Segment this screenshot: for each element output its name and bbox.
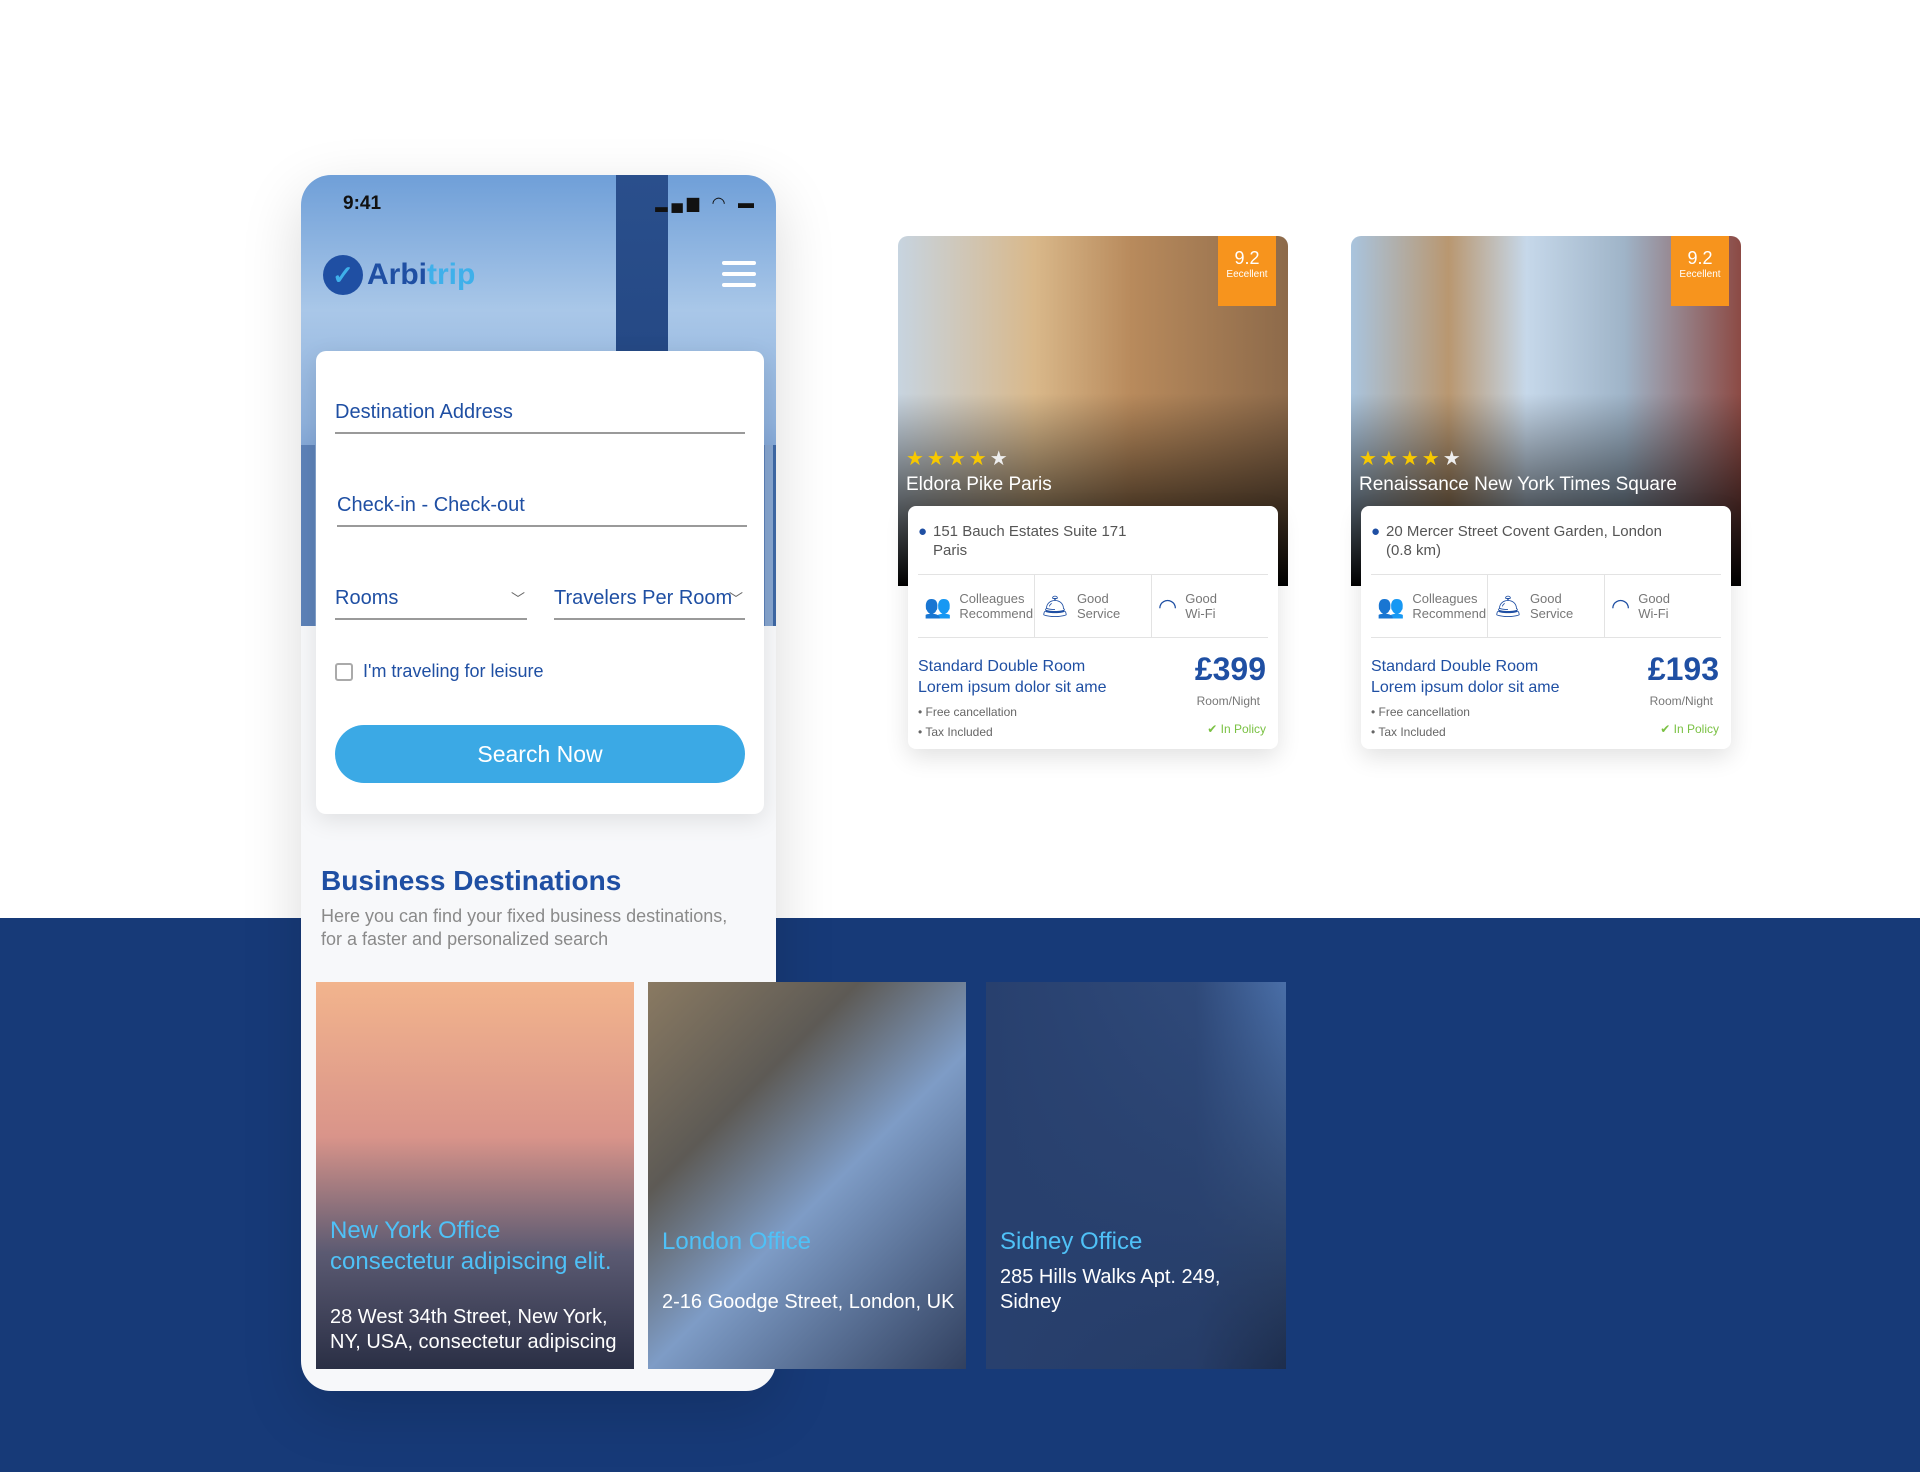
amenity-colleagues: 👥 Colleagues Recommend bbox=[918, 575, 1035, 637]
star-rating: ★★★★★ bbox=[906, 448, 1011, 470]
people-icon: 👥 bbox=[924, 593, 952, 619]
people-icon: 👥 bbox=[1377, 593, 1405, 619]
location-pin-icon: ● bbox=[1371, 523, 1381, 540]
destination-address: 2-16 Goodge Street, London, UK bbox=[662, 1291, 955, 1313]
price: £399 bbox=[1194, 651, 1266, 687]
wifi-icon: ◠ bbox=[1611, 593, 1631, 619]
search-now-button[interactable]: Search Now bbox=[335, 725, 745, 783]
hotel-card[interactable]: 9.2 Eecellent ★★★★★ Renaissance New York … bbox=[1351, 236, 1741, 750]
section-title: Business Destinations bbox=[321, 865, 622, 896]
leisure-checkbox[interactable]: I'm traveling for leisure bbox=[335, 661, 544, 682]
amenity-wifi: ◠ Good Wi-Fi bbox=[1158, 591, 1218, 621]
amenity-wifi: ◠ Good Wi-Fi bbox=[1611, 591, 1671, 621]
bell-icon: 🛎 bbox=[1494, 593, 1522, 619]
room-type: Standard Double Room Lorem ipsum dolor si… bbox=[1371, 658, 1560, 696]
logo[interactable]: ✓ Arbitrip bbox=[323, 255, 475, 295]
room-perks: • Free cancellation • Tax Included bbox=[1371, 705, 1470, 739]
destination-card[interactable]: London Office 2-16 Goodge Street, London… bbox=[648, 982, 966, 1369]
travelers-label: Travelers Per Room bbox=[554, 587, 733, 609]
star-rating: ★★★★★ bbox=[1359, 448, 1464, 470]
destination-title: Sidney Office bbox=[1000, 1228, 1143, 1255]
destination-address: 285 Hills Walks Apt. 249, Sidney bbox=[1000, 1266, 1221, 1313]
price-unit: Room/Night bbox=[1196, 694, 1260, 708]
hotel-details: ● 20 Mercer Street Covent Garden, London(… bbox=[1361, 506, 1731, 749]
section-subtitle: Here you can find your fixed business de… bbox=[321, 906, 728, 949]
chevron-down-icon: ﹀ bbox=[511, 591, 525, 607]
room-type: Standard Double Room Lorem ipsum dolor si… bbox=[918, 658, 1107, 696]
policy-status: ✔ In Policy bbox=[1660, 722, 1719, 736]
price: £193 bbox=[1647, 651, 1719, 687]
rooms-select[interactable]: Rooms ﹀ bbox=[335, 587, 527, 620]
hotel-card[interactable]: 9.2 Eecellent ★★★★★ Eldora Pike Paris ● 15… bbox=[898, 236, 1288, 750]
logo-icon: ✓ bbox=[323, 255, 363, 295]
wifi-icon: ◠ bbox=[1158, 593, 1178, 619]
rating-badge: 9.2 Eecellent bbox=[1671, 236, 1729, 306]
hotel-name: Eldora Pike Paris bbox=[906, 474, 1052, 495]
search-form: Destination Address Check-in - Check-out… bbox=[316, 351, 764, 814]
check-circle-icon: ✔ bbox=[1207, 722, 1218, 736]
leisure-label: I'm traveling for leisure bbox=[363, 661, 544, 681]
chevron-down-icon: ﹀ bbox=[729, 591, 743, 607]
room-perks: • Free cancellation • Tax Included bbox=[918, 705, 1017, 739]
amenity-colleagues: 👥 Colleagues Recommend bbox=[1371, 575, 1488, 637]
hotel-address: ● 20 Mercer Street Covent Garden, London(… bbox=[1371, 523, 1662, 559]
amenity-service: 🛎 Good Service bbox=[1035, 575, 1152, 637]
amenities: 👥 Colleagues Recommend 🛎 Good Service ◠ Good W… bbox=[918, 574, 1268, 638]
location-pin-icon: ● bbox=[918, 523, 928, 540]
hotel-name: Renaissance New York Times Square bbox=[1359, 474, 1677, 495]
destination-card[interactable]: New York Office consectetur adipiscing e… bbox=[316, 982, 634, 1369]
amenity-service: 🛎 Good Service bbox=[1488, 575, 1605, 637]
destination-title: New York Office consectetur adipiscing e… bbox=[330, 1217, 612, 1275]
hamburger-menu-icon[interactable] bbox=[722, 261, 756, 294]
travelers-select[interactable]: Travelers Per Room ﹀ bbox=[554, 587, 745, 620]
bell-icon: 🛎 bbox=[1041, 593, 1069, 619]
price-unit: Room/Night bbox=[1649, 694, 1713, 708]
dates-input[interactable]: Check-in - Check-out bbox=[337, 494, 747, 527]
rooms-label: Rooms bbox=[335, 587, 399, 609]
destination-title: London Office bbox=[662, 1228, 812, 1255]
status-time: 9:41 bbox=[343, 193, 382, 214]
hotel-details: ● 151 Bauch Estates Suite 171 Paris 👥 Colle… bbox=[908, 506, 1278, 749]
rating-badge: 9.2 Eecellent bbox=[1218, 236, 1276, 306]
amenities: 👥 Colleagues Recommend 🛎 Good Service ◠ Good W… bbox=[1371, 574, 1721, 638]
logo-text: Arbitrip bbox=[367, 258, 476, 291]
check-circle-icon: ✔ bbox=[1660, 722, 1671, 736]
status-icons: ▂▄▆ ◠ ▬ bbox=[655, 195, 758, 212]
hotel-address: ● 151 Bauch Estates Suite 171 Paris bbox=[918, 523, 1127, 559]
checkbox-icon bbox=[335, 662, 353, 681]
destination-address: 28 West 34th Street, New York, NY, USA, … bbox=[330, 1306, 617, 1353]
policy-status: ✔ In Policy bbox=[1207, 722, 1266, 736]
destination-input[interactable]: Destination Address bbox=[335, 401, 745, 434]
destination-card[interactable]: Sidney Office 285 Hills Walks Apt. 249, … bbox=[986, 982, 1286, 1369]
